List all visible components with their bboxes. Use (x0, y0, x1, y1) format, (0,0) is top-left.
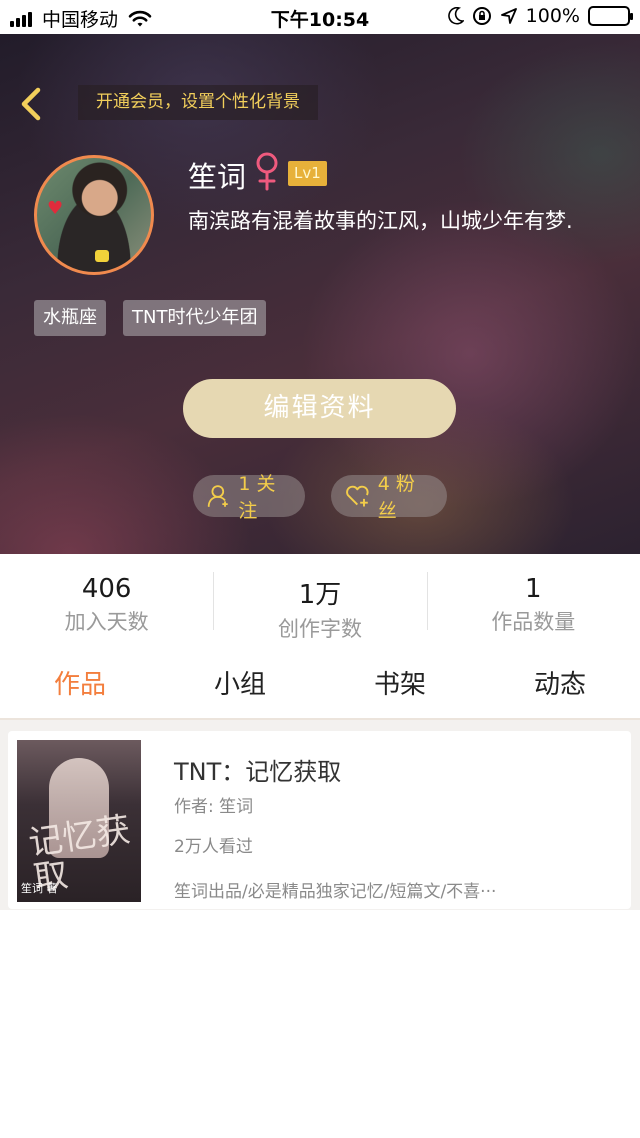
stat-value: 406 (81, 574, 132, 604)
stat-label: 作品数量 (491, 610, 576, 634)
stat-value: 1万 (298, 580, 342, 610)
back-arrow-icon[interactable] (16, 86, 46, 122)
book-description: 笙词出品/必是精品独家记忆/短篇文/不喜··· (174, 882, 497, 902)
stat-words: 1万 创作字数 (213, 554, 426, 641)
stats-row: 406 加入天数 1万 创作字数 1 作品数量 (0, 554, 640, 641)
fans-button[interactable]: 4 粉丝 (331, 473, 447, 522)
book-card[interactable]: 记忆获取 笙词 著 TNT：记忆获取 作者: 笙词 2万人看过 笙词出品/必是精… (8, 731, 631, 909)
stat-label: 加入天数 (64, 610, 149, 634)
stat-works: 1 作品数量 (426, 554, 640, 636)
username: 笙词 (188, 160, 247, 194)
moon-icon (447, 7, 464, 25)
book-author: 作者: 笙词 (174, 797, 254, 817)
following-button[interactable]: 1 关注 (193, 473, 305, 522)
tab-works[interactable]: 作品 (0, 658, 160, 712)
edit-profile-button[interactable]: 编辑资料 (183, 379, 456, 438)
fans-label: 4 粉丝 (377, 473, 415, 522)
stat-value: 1 (525, 574, 542, 604)
profile-header: 开通会员，设置个性化背景 ♥ 笙词 Lv1 南滨路有混着故事的江风，山城少年有梦… (0, 34, 640, 554)
following-label: 1 关注 (238, 473, 276, 522)
heart-plus-icon (346, 485, 369, 507)
avatar[interactable]: ♥ (34, 155, 154, 275)
location-icon (500, 8, 517, 24)
tag-list: 水瓶座 TNT时代少年团 (34, 300, 267, 336)
bio: 南滨路有混着故事的江风，山城少年有梦. (188, 209, 573, 233)
tab-bookshelf[interactable]: 书架 (320, 658, 480, 712)
book-views: 2万人看过 (174, 837, 253, 857)
tab-bar: 作品 小组 书架 动态 (0, 658, 640, 712)
status-bar: 中国移动 下午10:54 100% (0, 0, 640, 34)
tab-groups[interactable]: 小组 (160, 658, 320, 712)
book-title[interactable]: TNT：记忆获取 (174, 752, 341, 787)
book-cover[interactable]: 记忆获取 笙词 著 (17, 740, 141, 902)
rotation-lock-icon (472, 7, 491, 25)
tab-activity[interactable]: 动态 (480, 658, 640, 712)
status-right: 100% (447, 5, 633, 27)
stat-label: 创作字数 (277, 617, 362, 641)
tag-fandom: TNT时代少年团 (123, 300, 267, 336)
level-badge: Lv1 (288, 161, 327, 186)
female-gender-icon (256, 152, 278, 191)
stat-days: 406 加入天数 (0, 554, 213, 636)
heart-icon: ♥ (47, 198, 64, 219)
battery-icon (588, 6, 633, 26)
tag-zodiac: 水瓶座 (34, 300, 106, 336)
battery-percent: 100% (525, 5, 580, 27)
user-add-icon (207, 485, 228, 507)
vip-banner[interactable]: 开通会员，设置个性化背景 (78, 85, 318, 120)
shirt-graphic (95, 250, 109, 262)
cover-author: 笙词 著 (21, 882, 58, 895)
